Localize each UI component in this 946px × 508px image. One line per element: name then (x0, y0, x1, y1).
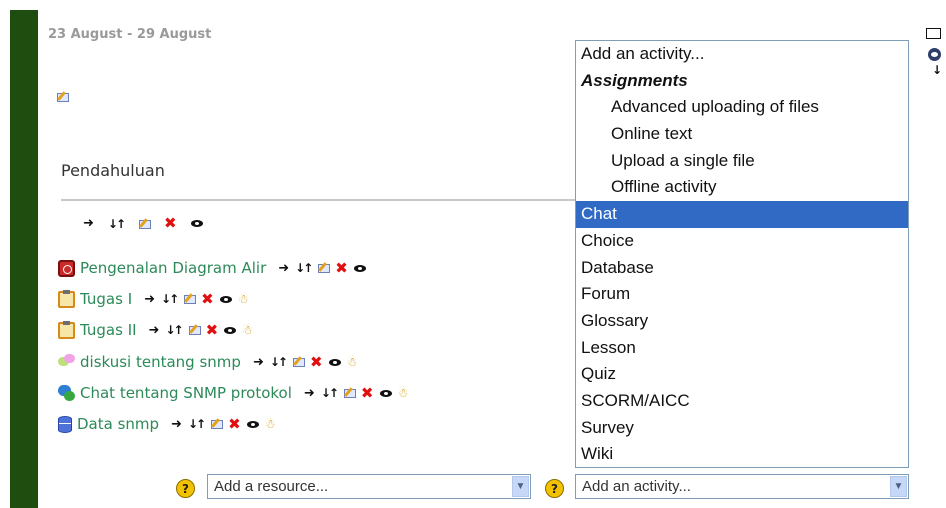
dropdown-option[interactable]: Quiz (576, 361, 908, 388)
activity-item: diskusi tentang snmp ➜ ↓↑ ✖ ☃ (58, 350, 357, 374)
assign-roles-icon[interactable]: ☃ (347, 356, 358, 368)
assign-roles-icon[interactable]: ☃ (398, 387, 409, 399)
lesson-icon (58, 259, 75, 277)
hide-eye-icon[interactable] (224, 326, 237, 334)
section-tools: ➜ ↓↑ ✖ (83, 216, 203, 231)
hide-eye-icon[interactable] (246, 420, 259, 428)
add-resource-select[interactable]: Add a resource... ▼ (207, 474, 531, 499)
delete-icon[interactable]: ✖ (164, 216, 177, 231)
assign-roles-icon[interactable]: ☃ (265, 418, 276, 430)
activity-tools: ➜ ↓↑ ✖ ☃ (149, 322, 253, 338)
help-activity-icon[interactable]: ? (545, 479, 564, 498)
activity-item: Tugas I ➜ ↓↑ ✖ ☃ (58, 287, 248, 311)
activity-link[interactable]: Pengenalan Diagram Alir (80, 259, 266, 277)
activity-link[interactable]: Data snmp (77, 415, 159, 433)
database-icon (58, 415, 72, 433)
chat-icon (58, 384, 75, 402)
section-left-bar (10, 10, 38, 508)
move-icon[interactable]: ↓↑ (165, 324, 183, 336)
activity-item: Data snmp ➜ ↓↑ ✖ ☃ (58, 412, 275, 436)
hide-eye-icon[interactable] (379, 389, 392, 397)
dropdown-option[interactable]: Upload a single file (576, 148, 908, 175)
chevron-down-icon[interactable]: ▼ (890, 476, 907, 497)
highlight-section-checkbox[interactable] (926, 28, 941, 39)
add-activity-select[interactable]: Add an activity... ▼ (575, 474, 909, 499)
forum-icon (58, 353, 75, 371)
edit-icon[interactable] (138, 218, 152, 230)
help-resource-icon[interactable]: ? (176, 479, 195, 498)
hide-eye-icon[interactable] (353, 264, 366, 272)
delete-icon[interactable]: ✖ (310, 354, 323, 370)
move-section-down-icon[interactable]: ↓ (932, 63, 942, 77)
section-date-range: 23 August - 29 August (48, 27, 212, 42)
show-section-eye-icon[interactable] (928, 48, 941, 61)
move-right-icon[interactable]: ➜ (278, 262, 289, 275)
edit-icon[interactable] (183, 293, 197, 305)
hide-eye-icon[interactable] (190, 220, 203, 227)
move-right-icon[interactable]: ➜ (149, 324, 160, 337)
delete-icon[interactable]: ✖ (201, 291, 214, 307)
section-title: Pendahuluan (61, 161, 165, 180)
edit-icon[interactable] (210, 418, 224, 430)
chevron-down-icon[interactable]: ▼ (512, 476, 529, 497)
move-icon[interactable]: ↓↑ (161, 293, 179, 305)
activity-tools: ➜ ↓↑ ✖ (278, 260, 366, 276)
hide-eye-icon[interactable] (328, 358, 341, 366)
activity-tools: ➜ ↓↑ ✖ ☃ (144, 291, 249, 307)
move-icon[interactable]: ↓↑ (270, 356, 288, 368)
dropdown-option[interactable]: Online text (576, 121, 908, 148)
dropdown-option-highlighted[interactable]: Chat (576, 201, 908, 228)
move-icon[interactable]: ↓↑ (321, 387, 339, 399)
dropdown-option[interactable]: SCORM/AICC (576, 388, 908, 415)
activity-link[interactable]: Tugas I (80, 290, 132, 308)
delete-icon[interactable]: ✖ (335, 260, 348, 276)
activity-item: Tugas II ➜ ↓↑ ✖ ☃ (58, 318, 253, 342)
delete-icon[interactable]: ✖ (206, 322, 219, 338)
activity-tools: ➜ ↓↑ ✖ ☃ (304, 385, 409, 401)
add-resource-selected: Add a resource... (214, 478, 329, 495)
dropdown-option[interactable]: Lesson (576, 335, 908, 362)
dropdown-option[interactable]: Database (576, 255, 908, 282)
add-activity-selected: Add an activity... (582, 478, 691, 495)
delete-icon[interactable]: ✖ (361, 385, 374, 401)
assignment-icon (58, 289, 75, 308)
assign-roles-icon[interactable]: ☃ (242, 324, 253, 336)
hide-eye-icon[interactable] (219, 295, 232, 303)
dropdown-option[interactable]: Wiki (576, 441, 908, 468)
edit-icon[interactable] (343, 387, 356, 399)
dropdown-option[interactable]: Survey (576, 415, 908, 442)
edit-icon[interactable] (292, 356, 305, 368)
assign-roles-icon[interactable]: ☃ (238, 293, 249, 305)
dropdown-option[interactable]: Add an activity... (576, 41, 908, 68)
add-activity-dropdown-list[interactable]: Add an activity... Assignments Advanced … (575, 40, 909, 468)
move-icon[interactable]: ↓↑ (188, 418, 206, 430)
activity-tools: ➜ ↓↑ ✖ ☃ (253, 354, 358, 370)
move-icon[interactable]: ↓↑ (295, 262, 313, 274)
dropdown-option[interactable]: Glossary (576, 308, 908, 335)
move-icon[interactable]: ↓↑ (108, 218, 126, 230)
move-right-icon[interactable]: ➜ (144, 293, 155, 306)
edit-icon[interactable] (317, 262, 331, 274)
assignment-icon (58, 320, 75, 339)
section-content: 23 August - 29 August Pendahuluan ➜ ↓↑ ✖… (38, 10, 582, 508)
edit-summary-icon[interactable] (56, 91, 69, 103)
move-right-icon[interactable]: ➜ (304, 387, 315, 400)
activity-link[interactable]: Chat tentang SNMP protokol (80, 384, 292, 402)
dropdown-option[interactable]: Forum (576, 281, 908, 308)
move-right-icon[interactable]: ➜ (171, 418, 182, 431)
activity-link[interactable]: Tugas II (80, 321, 137, 339)
delete-icon[interactable]: ✖ (228, 416, 241, 432)
section-divider (61, 199, 582, 201)
edit-icon[interactable] (188, 324, 201, 336)
dropdown-group-label: Assignments (581, 70, 688, 90)
dropdown-option[interactable]: Offline activity (576, 174, 908, 201)
activity-tools: ➜ ↓↑ ✖ ☃ (171, 416, 276, 432)
activity-item: Pengenalan Diagram Alir ➜ ↓↑ ✖ (58, 256, 366, 280)
dropdown-option[interactable]: Choice (576, 228, 908, 255)
activity-item: Chat tentang SNMP protokol ➜ ↓↑ ✖ ☃ (58, 381, 408, 405)
move-right-icon[interactable]: ➜ (253, 356, 264, 369)
dropdown-option[interactable]: Advanced uploading of files (576, 94, 908, 121)
move-right-icon[interactable]: ➜ (83, 217, 94, 230)
activity-link[interactable]: diskusi tentang snmp (80, 353, 241, 371)
